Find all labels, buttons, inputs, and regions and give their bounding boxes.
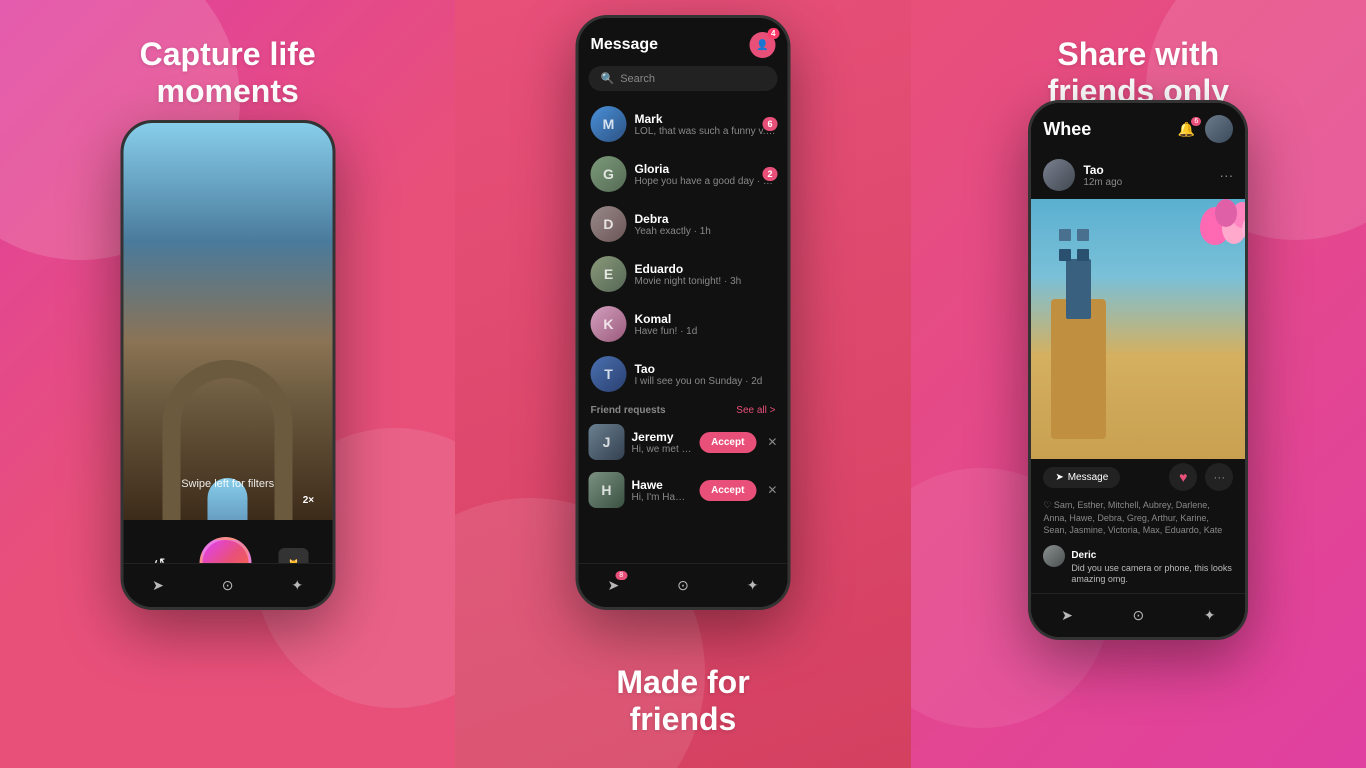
post-author-info: Tao 12m ago bbox=[1083, 163, 1211, 188]
post-time: 12m ago bbox=[1083, 177, 1211, 188]
messages-phone-mockup: Message 👤 4 🔍 Search M Mark LOL, that bbox=[575, 15, 790, 610]
friend-request-item: J Jeremy Hi, we met yesterday. · 3h Acce… bbox=[578, 418, 787, 466]
post-author: Tao 12m ago ··· bbox=[1031, 151, 1245, 199]
messages-header: Message 👤 4 bbox=[578, 18, 787, 66]
left-panel: Capture life moments ⚡ ✦ Swipe left for … bbox=[0, 0, 455, 768]
header-actions: 🔔 6 bbox=[1178, 115, 1233, 143]
right-headline: Share with friends only bbox=[1028, 36, 1249, 110]
list-item[interactable]: T Tao I will see you on Sunday · 2d bbox=[578, 349, 787, 399]
list-item[interactable]: M Mark LOL, that was such a funny v... ·… bbox=[578, 99, 787, 149]
avatar: M bbox=[590, 106, 626, 142]
send-nav-icon[interactable]: ➤ bbox=[1061, 607, 1073, 624]
friend-requests-section: Friend requests See all > bbox=[578, 399, 787, 418]
add-friend-icon[interactable]: 👤 4 bbox=[749, 32, 775, 58]
message-info: Gloria Hope you have a good day · 2m bbox=[634, 162, 775, 187]
message-button[interactable]: ➤ Message bbox=[1043, 467, 1120, 488]
sparkle-nav-icon[interactable]: ✦ bbox=[1204, 607, 1216, 624]
friend-requests-label: Friend requests bbox=[590, 405, 665, 416]
unread-badge: 2 bbox=[762, 167, 777, 181]
camera-nav-icon[interactable]: ⊙ bbox=[1132, 607, 1144, 624]
arch-decoration bbox=[163, 360, 293, 520]
profile-avatar[interactable] bbox=[1205, 115, 1233, 143]
list-item[interactable]: D Debra Yeah exactly · 1h bbox=[578, 199, 787, 249]
message-info: Eduardo Movie night tonight! · 3h bbox=[634, 262, 775, 287]
right-panel: Share with friends only Whee 🔔 6 bbox=[911, 0, 1366, 768]
list-item[interactable]: G Gloria Hope you have a good day · 2m 2 bbox=[578, 149, 787, 199]
more-options-button[interactable]: ··· bbox=[1205, 463, 1233, 491]
zoom-level: 2× bbox=[303, 495, 314, 506]
search-placeholder: Search bbox=[620, 73, 655, 85]
post-likes: ♡ Sam, Esther, Mitchell, Aubrey, Darlene… bbox=[1031, 495, 1245, 541]
bell-icon[interactable]: 🔔 6 bbox=[1178, 121, 1195, 138]
request-info: Jeremy Hi, we met yesterday. · 3h bbox=[631, 430, 692, 455]
message-info: Tao I will see you on Sunday · 2d bbox=[634, 362, 775, 387]
close-icon[interactable]: ✕ bbox=[767, 483, 777, 497]
see-all-link[interactable]: See all > bbox=[736, 405, 775, 416]
comment-text: Did you use camera or phone, this looks … bbox=[1071, 563, 1233, 586]
avatar: J bbox=[588, 424, 624, 460]
camera-viewfinder: Swipe left for filters 2× bbox=[123, 123, 332, 520]
post-actions: ➤ Message ♥ ··· bbox=[1031, 459, 1245, 495]
comment-section: Deric Did you use camera or phone, this … bbox=[1031, 541, 1245, 590]
post-author-name: Tao bbox=[1083, 163, 1211, 177]
send-nav-icon[interactable]: ➤ bbox=[152, 577, 164, 594]
avatar: G bbox=[590, 156, 626, 192]
share-header: Whee 🔔 6 bbox=[1031, 103, 1245, 151]
friend-request-item: H Hawe Hi, I'm Hawe. · 3h Accept ✕ bbox=[578, 466, 787, 514]
comment-author: Deric bbox=[1071, 550, 1096, 561]
avatar: H bbox=[588, 472, 624, 508]
camera-phone-mockup: ⚡ ✦ Swipe left for filters 2× ↺ 🐱 ➤ ⊙ ✦ bbox=[120, 120, 335, 610]
message-send-icon: ➤ bbox=[1055, 472, 1063, 483]
unread-badge: 6 bbox=[762, 117, 777, 131]
close-icon[interactable]: ✕ bbox=[767, 435, 777, 449]
sparkle-nav-icon[interactable]: ✦ bbox=[291, 577, 303, 594]
camera-screen: ⚡ ✦ Swipe left for filters 2× ↺ 🐱 ➤ ⊙ ✦ bbox=[123, 123, 332, 607]
avatar: K bbox=[590, 306, 626, 342]
avatar: E bbox=[590, 256, 626, 292]
center-headline: Made for friends bbox=[455, 664, 910, 738]
left-headline: Capture life moments bbox=[120, 36, 336, 110]
message-info: Mark LOL, that was such a funny v... · 4… bbox=[634, 112, 775, 137]
request-info: Hawe Hi, I'm Hawe. · 3h bbox=[631, 478, 692, 503]
avatar: T bbox=[590, 356, 626, 392]
message-list: M Mark LOL, that was such a funny v... ·… bbox=[578, 99, 787, 563]
camera-nav-icon[interactable]: ⊙ bbox=[677, 577, 689, 594]
share-bottom-nav: ➤ ⊙ ✦ bbox=[1031, 593, 1245, 637]
app-logo: Whee bbox=[1043, 119, 1091, 140]
message-info: Komal Have fun! · 1d bbox=[634, 312, 775, 337]
message-info: Debra Yeah exactly · 1h bbox=[634, 212, 775, 237]
camera-nav-icon[interactable]: ⊙ bbox=[222, 577, 234, 594]
send-nav-icon[interactable]: ➤ 8 bbox=[607, 577, 619, 594]
list-item[interactable]: E Eduardo Movie night tonight! · 3h bbox=[578, 249, 787, 299]
search-bar[interactable]: 🔍 Search bbox=[588, 66, 777, 91]
share-screen: Whee 🔔 6 Tao 12m ago ··· bbox=[1031, 103, 1245, 637]
accept-button[interactable]: Accept bbox=[699, 480, 756, 501]
avatar: D bbox=[590, 206, 626, 242]
search-icon: 🔍 bbox=[600, 72, 614, 85]
swipe-hint: Swipe left for filters bbox=[123, 478, 332, 490]
add-badge: 4 bbox=[767, 28, 779, 39]
list-item[interactable]: K Komal Have fun! · 1d bbox=[578, 299, 787, 349]
heart-button[interactable]: ♥ bbox=[1169, 463, 1197, 491]
post-menu-icon[interactable]: ··· bbox=[1219, 167, 1233, 183]
post-author-avatar bbox=[1043, 159, 1075, 191]
post-image bbox=[1031, 199, 1245, 459]
center-panel: Message 👤 4 🔍 Search M Mark LOL, that bbox=[455, 0, 910, 768]
messages-screen: Message 👤 4 🔍 Search M Mark LOL, that bbox=[578, 18, 787, 607]
accept-button[interactable]: Accept bbox=[699, 432, 756, 453]
camera-bottom-nav: ➤ ⊙ ✦ bbox=[123, 563, 332, 607]
comment-avatar bbox=[1043, 545, 1065, 567]
share-phone-mockup: Whee 🔔 6 Tao 12m ago ··· bbox=[1028, 100, 1248, 640]
sparkle-nav-icon[interactable]: ✦ bbox=[747, 577, 759, 594]
messages-bottom-nav: ➤ 8 ⊙ ✦ bbox=[578, 563, 787, 607]
comment-content: Deric Did you use camera or phone, this … bbox=[1071, 545, 1233, 586]
messages-title: Message bbox=[590, 36, 658, 54]
